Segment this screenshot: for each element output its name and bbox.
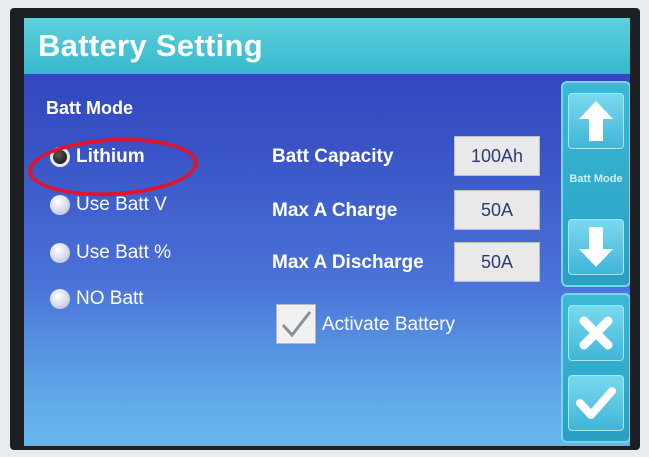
radio-no-batt[interactable]: NO Batt [50,284,144,314]
activate-battery-checkbox[interactable] [276,304,316,344]
page-title: Battery Setting [38,28,263,63]
up-button[interactable] [568,93,624,149]
batt-capacity-label: Batt Capacity [272,146,394,167]
confirm-button[interactable] [568,375,624,431]
mode-nav-panel: Batt Mode [561,81,630,287]
max-a-charge-field[interactable]: 50A [454,190,540,230]
close-icon [579,316,613,350]
down-button[interactable] [568,219,624,275]
arrow-up-icon [579,101,613,141]
radio-label: Use Batt V [76,194,167,215]
screen: Battery Setting Batt Mode Lithium Use Ba… [24,18,630,446]
radio-unselected-icon [50,289,70,309]
batt-mode-side-label: Batt Mode [569,173,623,185]
batt-mode-label: Batt Mode [46,98,133,118]
max-a-discharge-field[interactable]: 50A [454,242,540,282]
radio-use-batt-percent[interactable]: Use Batt % [50,238,171,268]
radio-unselected-icon [50,243,70,263]
radio-unselected-icon [50,195,70,215]
radio-label: NO Batt [76,288,144,309]
check-icon [576,387,616,419]
cancel-button[interactable] [568,305,624,361]
max-a-discharge-label: Max A Discharge [272,252,424,273]
action-panel [561,293,630,443]
batt-capacity-field[interactable]: 100Ah [454,136,540,176]
radio-label: Use Batt % [76,242,172,263]
arrow-down-icon [579,227,613,267]
activate-battery-label: Activate Battery [322,314,456,335]
title-bar: Battery Setting [24,18,630,74]
max-a-charge-label: Max A Charge [272,200,398,221]
checkmark-icon [281,311,312,338]
